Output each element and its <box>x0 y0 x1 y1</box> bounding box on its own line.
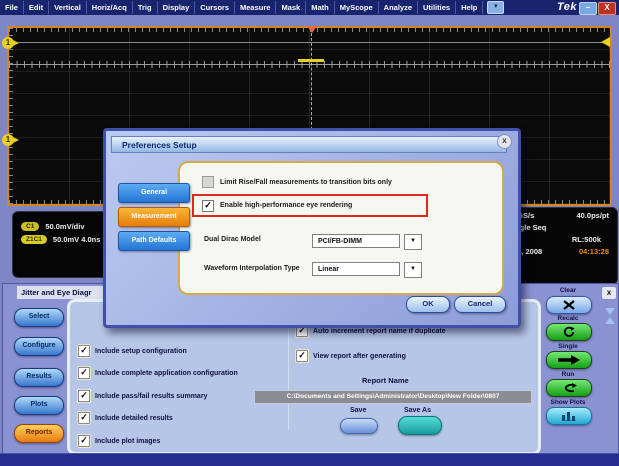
show-plots-icon <box>562 411 576 421</box>
menu-myscope[interactable]: MyScope <box>335 1 379 14</box>
dialog-title-bar: Preferences Setup <box>111 136 507 153</box>
column-divider <box>288 310 289 430</box>
include-passfail-row: ✓ Include pass/fail results summary <box>78 390 207 402</box>
app-close-button[interactable]: x <box>601 286 617 300</box>
show-plots-button[interactable] <box>546 407 592 425</box>
menu-edit[interactable]: Edit <box>24 1 49 14</box>
trigger-level-bar[interactable] <box>298 59 324 62</box>
eye-rendering-checkbox[interactable]: ✓ <box>202 200 214 212</box>
save-as-label: Save As <box>404 407 431 414</box>
report-path-field[interactable]: C:\Documents and Settings\Administrator\… <box>254 390 532 404</box>
time-readout: 04:13:28 <box>579 247 609 256</box>
save-label: Save <box>350 407 366 414</box>
clear-label: Clear <box>537 287 599 294</box>
menu-horiz-acq[interactable]: Horiz/Acq <box>87 1 133 14</box>
graticule-center-axis <box>9 61 610 68</box>
record-length: RL:500k <box>572 235 601 244</box>
menu-bar: File Edit Vertical Horiz/Acq Trig Displa… <box>0 0 619 15</box>
channel1-badge: C1 <box>21 222 39 231</box>
menu-display[interactable]: Display <box>158 1 196 14</box>
limit-risefall-checkbox[interactable] <box>202 176 214 188</box>
channel1-scale: 50.0mV/div <box>45 222 84 231</box>
dual-dirac-row: Dual Dirac Model <box>204 236 261 243</box>
show-plots-label: Show Plots <box>537 399 599 406</box>
menu-math[interactable]: Math <box>306 1 335 14</box>
preferences-setup-dialog: Preferences Setup x General Measurement … <box>103 128 521 328</box>
menu-utilities[interactable]: Utilities <box>418 1 456 14</box>
dual-dirac-select[interactable]: PCI/FB-DIMM <box>312 234 400 248</box>
tab-measurement[interactable]: Measurement <box>118 207 190 227</box>
recalc-icon <box>563 326 575 338</box>
include-passfail-checkbox[interactable]: ✓ <box>78 390 90 402</box>
oscilloscope-screen: File Edit Vertical Horiz/Acq Trig Displa… <box>0 0 619 466</box>
window-close-button[interactable]: X <box>598 2 616 15</box>
app-title: Jitter and Eye Diagr <box>17 286 115 299</box>
tab-general[interactable]: General <box>118 183 190 203</box>
nav-select-button[interactable]: Select <box>14 308 64 327</box>
dual-dirac-dropdown-arrow-icon[interactable]: ▼ <box>404 234 422 250</box>
trigger-marker-icon[interactable] <box>307 26 317 33</box>
menu-trig[interactable]: Trig <box>133 1 158 14</box>
include-setup-checkbox[interactable]: ✓ <box>78 345 90 357</box>
run-label: Run <box>537 371 599 378</box>
include-plot-images-checkbox[interactable]: ✓ <box>78 435 90 447</box>
menu-mask[interactable]: Mask <box>276 1 306 14</box>
single-arrow-icon <box>558 355 580 365</box>
channel1-marker[interactable]: 1 <box>2 37 14 49</box>
highlight-rectangle: ✓ Enable high-performance eye rendering <box>192 194 428 217</box>
tab-path-defaults[interactable]: Path Defaults <box>118 231 190 251</box>
zoom1-badge: Z1C1 <box>21 235 47 244</box>
graticule-left-ticks <box>9 28 13 204</box>
include-detailed-checkbox[interactable]: ✓ <box>78 412 90 424</box>
nav-results-button[interactable]: Results <box>14 368 64 387</box>
menu-file[interactable]: File <box>0 1 24 14</box>
menu-cursors[interactable]: Cursors <box>195 1 235 14</box>
interpolation-dropdown-arrow-icon[interactable]: ▼ <box>404 262 422 278</box>
nav-reports-button[interactable]: Reports <box>14 424 64 443</box>
include-complete-checkbox[interactable]: ✓ <box>78 367 90 379</box>
ok-button[interactable]: OK <box>406 296 450 313</box>
save-button[interactable] <box>340 418 378 434</box>
channel1-zoom-marker[interactable]: 1 <box>2 134 14 146</box>
menu-vertical[interactable]: Vertical <box>49 1 87 14</box>
run-loop-icon <box>561 383 577 393</box>
dialog-close-button[interactable]: x <box>497 134 512 149</box>
zoom1-scale: 50.0mV 4.0ns <box>53 235 101 244</box>
clear-button[interactable] <box>546 296 592 314</box>
view-report-checkbox[interactable]: ✓ <box>296 350 308 362</box>
menu-analyze[interactable]: Analyze <box>379 1 418 14</box>
nav-configure-button[interactable]: Configure <box>14 337 64 356</box>
cancel-button[interactable]: Cancel <box>454 296 506 313</box>
toolbar-pointer-button[interactable]: ▾ <box>487 1 504 14</box>
channel1-trace <box>9 42 610 43</box>
recalc-label: Recalc <box>537 315 599 322</box>
recalc-button[interactable] <box>546 323 592 341</box>
include-setup-row: ✓ Include setup configuration <box>78 345 187 357</box>
limit-risefall-row: Limit Rise/Fall measurements to transiti… <box>202 176 392 188</box>
resolution: 40.0ps/pt <box>576 211 609 220</box>
interpolation-select[interactable]: Linear <box>312 262 400 276</box>
report-name-label: Report Name <box>362 376 409 385</box>
single-label: Single <box>537 343 599 350</box>
panel-collapse-arrows <box>605 306 615 326</box>
tek-logo: Tek <box>557 1 577 13</box>
run-button[interactable] <box>546 379 592 397</box>
save-as-button[interactable] <box>398 416 442 435</box>
include-plot-images-row: ✓ Include plot images <box>78 435 160 447</box>
include-detailed-row: ✓ Include detailed results <box>78 412 173 424</box>
minimize-button[interactable]: – <box>579 2 597 15</box>
nav-plots-button[interactable]: Plots <box>14 396 64 415</box>
view-report-row: ✓ View report after generating <box>296 350 406 362</box>
single-button[interactable] <box>546 351 592 369</box>
trace-position-arrow <box>601 37 610 47</box>
include-complete-row: ✓ Include complete application configura… <box>78 367 238 379</box>
menu-measure[interactable]: Measure <box>235 1 276 14</box>
bottom-status-strip <box>0 453 619 466</box>
interpolation-row: Waveform Interpolation Type <box>204 265 300 272</box>
menu-help[interactable]: Help <box>456 1 483 14</box>
clear-x-icon <box>563 300 575 310</box>
